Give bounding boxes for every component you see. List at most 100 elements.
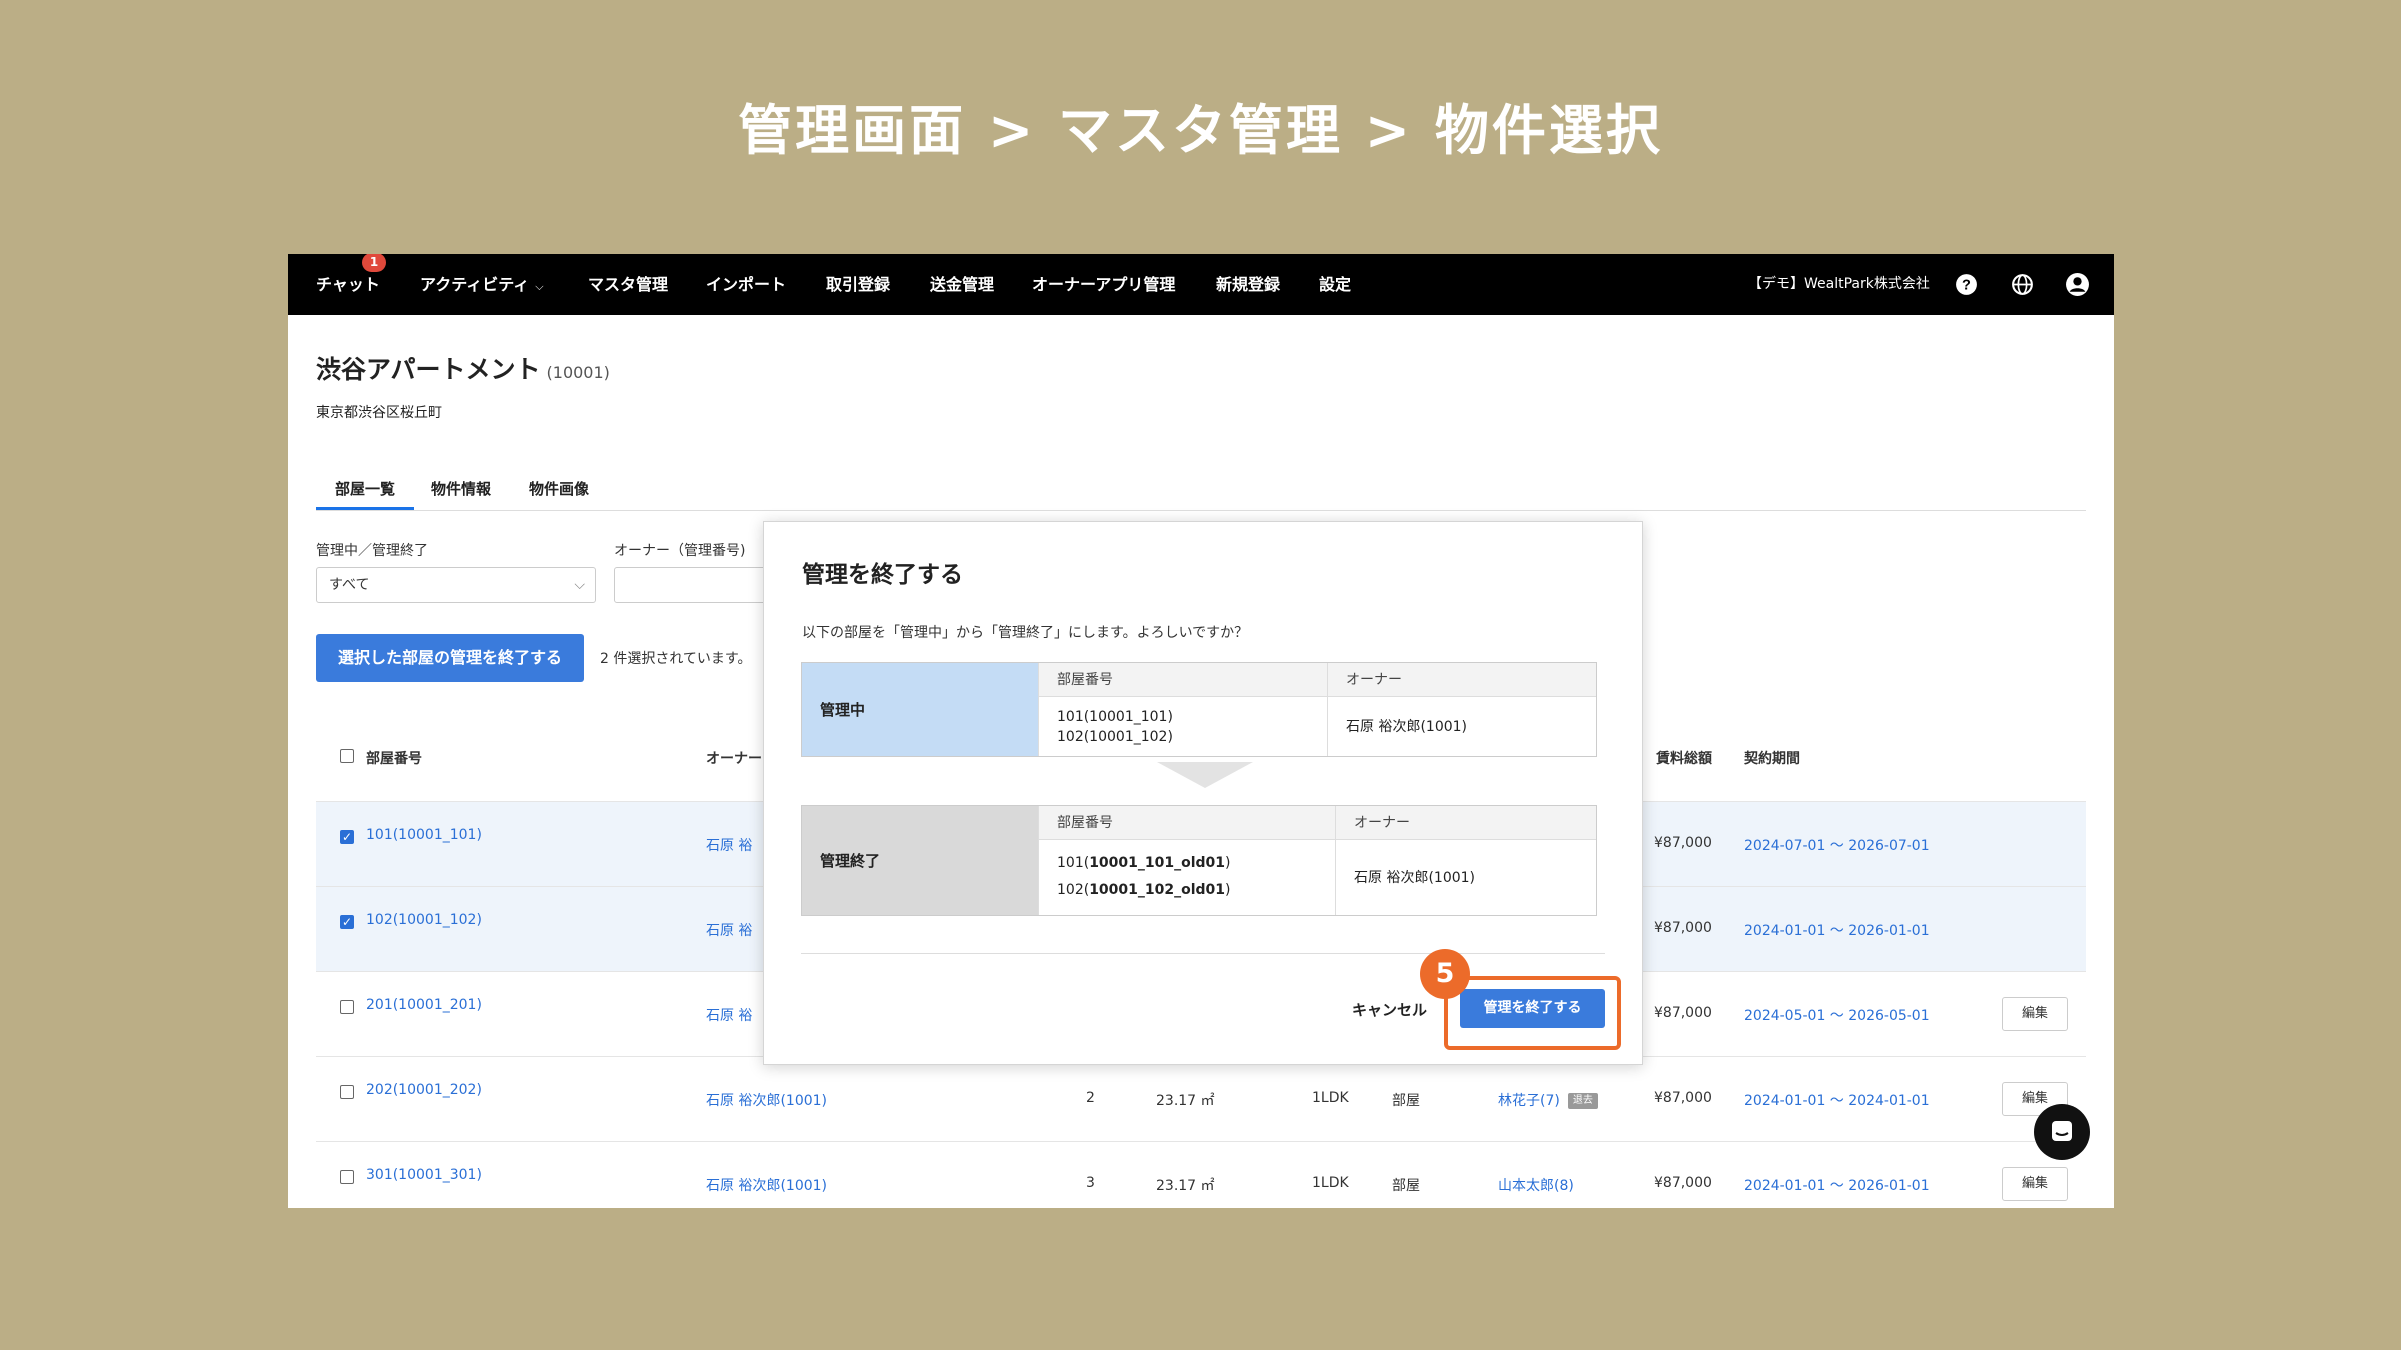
tenant-link[interactable]: 山本太郎(8) xyxy=(1498,1175,1574,1195)
floor-value: 3 xyxy=(1086,1175,1095,1191)
layout-value: 1LDK xyxy=(1312,1175,1349,1191)
row-checkbox[interactable] xyxy=(340,1000,354,1014)
room-link[interactable]: 101(10001_101) xyxy=(366,827,482,843)
nav-settings[interactable]: 設定 xyxy=(1319,254,1351,315)
end-management-bulk-button[interactable]: 選択した部屋の管理を終了する xyxy=(316,634,584,682)
contract-period-link[interactable]: 2024-07-01 〜 2026-07-01 xyxy=(1744,835,1930,855)
user-account-icon[interactable] xyxy=(2065,272,2090,297)
after-status-table: 管理終了 部屋番号 オーナー 101(10001_101_old01) 102(… xyxy=(801,805,1597,916)
status-select[interactable]: すべて ⌵ xyxy=(316,567,596,603)
owner-filter-input[interactable] xyxy=(614,567,774,603)
owner-value: 石原 裕次郎(1001) xyxy=(1346,719,1468,735)
room-new-code: 10001_102_old01 xyxy=(1089,882,1226,898)
header-contract-period: 契約期間 xyxy=(1744,751,1800,767)
nav-import[interactable]: インポート xyxy=(706,254,786,315)
nav-new[interactable]: 新規登録 xyxy=(1216,254,1280,315)
nav-chat-label: チャット xyxy=(316,275,380,294)
row-checkbox[interactable]: ✓ xyxy=(340,830,354,844)
table-row: 301(10001_301) 石原 裕次郎(1001) 3 23.17 ㎡ 1L… xyxy=(316,1141,2086,1208)
room-suffix: ) xyxy=(1225,882,1231,898)
selected-count-text: 2 件選択されています。 xyxy=(600,651,752,667)
room-link[interactable]: 102(10001_102) xyxy=(366,912,482,928)
top-nav: チャット 1 アクティビティ ⌵ マスタ管理 インポート 取引登録 送金管理 オー… xyxy=(288,254,2114,315)
moved-out-badge: 退去 xyxy=(1567,1093,1598,1109)
svg-text:?: ? xyxy=(1962,278,1971,294)
tab-property-info[interactable]: 物件情報 xyxy=(431,474,491,510)
contract-period-link[interactable]: 2024-01-01 〜 2026-01-01 xyxy=(1744,1175,1930,1195)
room-prefix: 101( xyxy=(1057,855,1090,871)
tab-property-images[interactable]: 物件画像 xyxy=(529,474,589,510)
room-suffix: ) xyxy=(1225,855,1231,871)
room-list: 101(10001_101_old01) 102(10001_102_old01… xyxy=(1039,850,1231,904)
step-number-badge: 5 xyxy=(1420,949,1470,999)
rent-value: ¥87,000 xyxy=(1654,1005,1712,1021)
owner-link[interactable]: 石原 裕 xyxy=(706,835,752,855)
table-row: 202(10001_202) 石原 裕次郎(1001) 2 23.17 ㎡ 1L… xyxy=(316,1056,2086,1141)
dialog-divider xyxy=(801,953,1605,954)
edit-button[interactable]: 編集 xyxy=(2002,997,2068,1031)
rent-value: ¥87,000 xyxy=(1654,835,1712,851)
property-address: 東京都渋谷区桜丘町 xyxy=(316,405,442,421)
help-icon[interactable]: ? xyxy=(1954,272,1979,297)
owner-value: 石原 裕次郎(1001) xyxy=(1354,870,1476,886)
nav-master[interactable]: マスタ管理 xyxy=(588,254,668,315)
tenant-link[interactable]: 林花子(7) xyxy=(1498,1093,1560,1109)
contract-period-link[interactable]: 2024-01-01 〜 2026-01-01 xyxy=(1744,920,1930,940)
room-type-value: 部屋 xyxy=(1392,1178,1420,1194)
room-item: 102(10001_102) xyxy=(1057,729,1173,745)
owner-link[interactable]: 石原 裕次郎(1001) xyxy=(706,1175,827,1195)
status-select-value: すべて xyxy=(329,577,370,593)
contract-period-link[interactable]: 2024-01-01 〜 2024-01-01 xyxy=(1744,1090,1930,1110)
before-status-table: 管理中 部屋番号 オーナー 101(10001_101) 102(10001_1… xyxy=(801,662,1597,757)
company-name: 【デモ】WealtPark株式会社 xyxy=(1748,276,1930,292)
property-code: (10001) xyxy=(546,363,610,382)
slide-title: 管理画面 > マスタ管理 > 物件選択 xyxy=(738,99,1663,162)
chat-launcher-button[interactable] xyxy=(2034,1104,2090,1160)
rent-value: ¥87,000 xyxy=(1654,920,1712,936)
globe-icon[interactable] xyxy=(2010,272,2035,297)
owner-header: オーナー xyxy=(1328,663,1596,697)
chat-icon xyxy=(2052,1121,2072,1141)
owner-header: オーナー xyxy=(1336,806,1596,840)
nav-owner-app[interactable]: オーナーアプリ管理 xyxy=(1032,254,1175,315)
chevron-down-icon: ⌵ xyxy=(574,577,585,593)
nav-transaction[interactable]: 取引登録 xyxy=(826,254,890,315)
tab-bar: 部屋一覧 物件情報 物件画像 xyxy=(316,474,2086,511)
room-new-code: 10001_101_old01 xyxy=(1089,855,1226,871)
room-list: 101(10001_101) 102(10001_102) xyxy=(1039,707,1173,747)
owner-link[interactable]: 石原 裕 xyxy=(706,920,752,940)
room-header: 部屋番号 xyxy=(1039,806,1335,840)
room-link[interactable]: 301(10001_301) xyxy=(366,1167,482,1183)
area-value: 23.17 ㎡ xyxy=(1156,1093,1215,1109)
edit-button[interactable]: 編集 xyxy=(2002,1167,2068,1201)
room-link[interactable]: 201(10001_201) xyxy=(366,997,482,1013)
room-item: 101(10001_101) xyxy=(1057,709,1173,725)
tenant-cell: 林花子(7) 退去 xyxy=(1498,1090,1598,1110)
select-all-checkbox[interactable] xyxy=(340,749,354,763)
app-window: チャット 1 アクティビティ ⌵ マスタ管理 インポート 取引登録 送金管理 オー… xyxy=(288,254,2114,1208)
nav-remittance[interactable]: 送金管理 xyxy=(930,254,994,315)
nav-activity-label: アクティビティ xyxy=(420,275,530,294)
owner-link[interactable]: 石原 裕 xyxy=(706,1005,752,1025)
layout-value: 1LDK xyxy=(1312,1090,1349,1106)
row-checkbox[interactable] xyxy=(340,1085,354,1099)
nav-activity[interactable]: アクティビティ ⌵ xyxy=(420,254,544,315)
row-checkbox[interactable]: ✓ xyxy=(340,915,354,929)
nav-chat[interactable]: チャット 1 xyxy=(316,254,386,315)
owner-link[interactable]: 石原 裕次郎(1001) xyxy=(706,1090,827,1110)
row-checkbox[interactable] xyxy=(340,1170,354,1184)
floor-value: 2 xyxy=(1086,1090,1095,1106)
room-header: 部屋番号 xyxy=(1039,663,1327,697)
contract-period-link[interactable]: 2024-05-01 〜 2026-05-01 xyxy=(1744,1005,1930,1025)
dialog-description: 以下の部屋を「管理中」から「管理終了」にします。よろしいですか？ xyxy=(802,625,1249,641)
owner-filter-label: オーナー（管理番号) xyxy=(614,543,746,559)
rent-value: ¥87,000 xyxy=(1654,1090,1712,1106)
cancel-button[interactable]: キャンセル xyxy=(1352,999,1427,1020)
room-item: 101(10001_101_old01) xyxy=(1057,850,1231,877)
room-link[interactable]: 202(10001_202) xyxy=(366,1082,482,1098)
tab-rooms[interactable]: 部屋一覧 xyxy=(316,474,414,510)
highlight-box xyxy=(1444,976,1621,1050)
dialog-title: 管理を終了する xyxy=(802,562,963,588)
rent-value: ¥87,000 xyxy=(1654,1175,1712,1191)
page-title: 渋谷アパートメント (10001) xyxy=(316,350,610,386)
